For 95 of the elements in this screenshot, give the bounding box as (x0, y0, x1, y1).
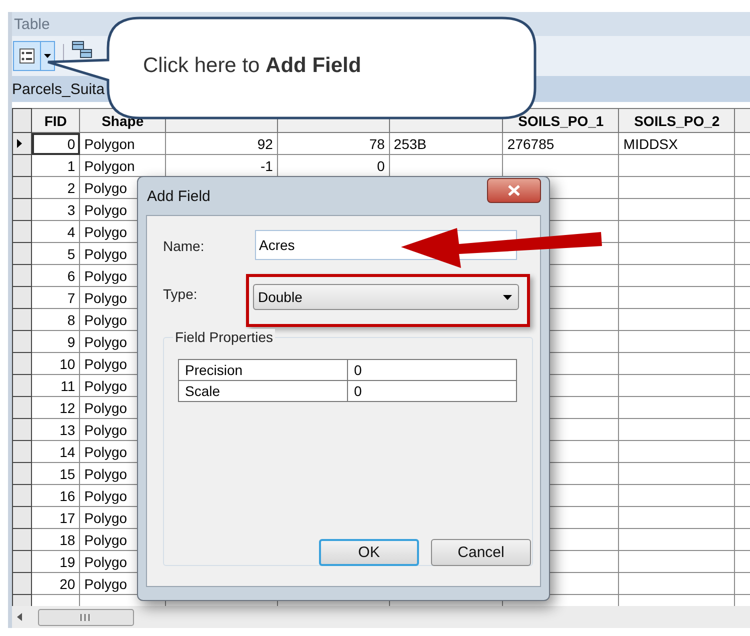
row-selector[interactable] (12, 264, 32, 286)
property-value: 0 (354, 383, 362, 399)
table-cell: 0 (67, 136, 76, 152)
table-cell: Polygon (84, 158, 135, 174)
table-cell: 276785 (507, 136, 554, 152)
table-cell: 16 (60, 488, 76, 504)
row-selector[interactable] (12, 440, 32, 462)
list-icon (19, 48, 35, 64)
table-cell: 9 (67, 334, 76, 350)
property-value: 0 (354, 362, 362, 378)
table-cell: 253B (394, 136, 426, 152)
table-cell: 10 (60, 356, 76, 372)
table-cell: Polygo (84, 378, 128, 394)
row-selector[interactable] (12, 330, 32, 352)
window-title: Table (14, 16, 50, 32)
scrollbar-thumb[interactable] (38, 608, 134, 626)
table-cell: 5 (67, 246, 76, 262)
table-cell: 19 (60, 554, 76, 570)
close-icon (508, 184, 520, 196)
row-selector[interactable] (12, 572, 32, 594)
table-cell: 8 (67, 312, 76, 328)
property-name: Precision (185, 362, 243, 378)
table-cell: Polygo (84, 488, 128, 504)
row-selector[interactable] (12, 484, 32, 506)
table-cell: MIDDSX (623, 136, 678, 152)
table-cell: Polygo (84, 246, 128, 262)
field-label: Name: (163, 237, 206, 254)
scroll-left-icon[interactable] (16, 612, 24, 622)
caret-icon (44, 54, 51, 58)
table-cell: Polygo (84, 554, 128, 570)
row-selector[interactable] (12, 220, 32, 242)
row-selector[interactable] (12, 396, 32, 418)
table-cell: Polygo (84, 532, 128, 548)
table-cell: 6 (67, 268, 76, 284)
property-name: Scale (185, 383, 220, 399)
table-cell: Polygo (84, 444, 128, 460)
table-cell: Polygo (84, 422, 128, 438)
tables-icon[interactable] (72, 41, 92, 58)
current-row-icon (17, 139, 22, 148)
row-selector[interactable] (12, 352, 32, 374)
table-cell: 15 (60, 466, 76, 482)
table-cell: 7 (67, 290, 76, 306)
table-cell: Polygo (84, 180, 128, 196)
dialog-button[interactable]: Cancel (431, 539, 531, 566)
table-cell: Polygo (84, 466, 128, 482)
close-button[interactable] (487, 178, 541, 202)
row-selector[interactable] (12, 374, 32, 396)
dialog-title: Add Field (147, 188, 210, 204)
row-selector[interactable] (12, 154, 32, 176)
row-selector[interactable] (12, 418, 32, 440)
table-cell: 12 (60, 400, 76, 416)
table-cell: 13 (60, 422, 76, 438)
type-dropdown[interactable]: Double (253, 284, 519, 310)
table-cell: 78 (369, 136, 385, 152)
table-cell: 1 (67, 158, 76, 174)
table-cell: Polygo (84, 400, 128, 416)
table-cell: Polygo (84, 334, 128, 350)
table-cell: Polygo (84, 290, 128, 306)
table-cell: 92 (257, 136, 273, 152)
row-selector[interactable] (12, 528, 32, 550)
table-cell: Polygo (84, 202, 128, 218)
table-cell: Polygo (84, 312, 128, 328)
field-label: Type: (163, 285, 198, 302)
row-selector[interactable] (12, 242, 32, 264)
caret-icon (503, 294, 512, 300)
table-options-button[interactable] (13, 41, 41, 71)
row-selector[interactable] (12, 132, 32, 154)
row-selector[interactable] (12, 286, 32, 308)
table-cell: Polygon (84, 136, 135, 152)
row-selector[interactable] (12, 308, 32, 330)
table-cell: Polygo (84, 224, 128, 240)
dialog-button[interactable]: OK (319, 539, 419, 566)
table-cell: 4 (67, 224, 76, 240)
row-selector[interactable] (12, 198, 32, 220)
table-cell: 2 (67, 180, 76, 196)
row-selector[interactable] (12, 176, 32, 198)
table-cell: Polygo (84, 356, 128, 372)
dropdown-button[interactable] (41, 41, 55, 71)
table-cell: 0 (377, 158, 385, 174)
row-selector[interactable] (12, 550, 32, 572)
callout-text: Click here to Add Field (143, 54, 362, 78)
table-cell: 20 (60, 576, 76, 592)
table-cell: 17 (60, 510, 76, 526)
table-cell: Polygo (84, 510, 128, 526)
table-cell: Polygo (84, 576, 128, 592)
layer-tab[interactable]: Parcels_Suita (12, 80, 105, 98)
row-selector[interactable] (12, 462, 32, 484)
table-cell: 3 (67, 202, 76, 218)
table-cell: 18 (60, 532, 76, 548)
row-selector[interactable] (12, 506, 32, 528)
table-cell: -1 (260, 158, 273, 174)
table-cell: 11 (60, 378, 76, 394)
table-cell: Polygo (84, 268, 128, 284)
group-title: Field Properties (173, 329, 276, 345)
table-cell: 14 (60, 444, 76, 460)
